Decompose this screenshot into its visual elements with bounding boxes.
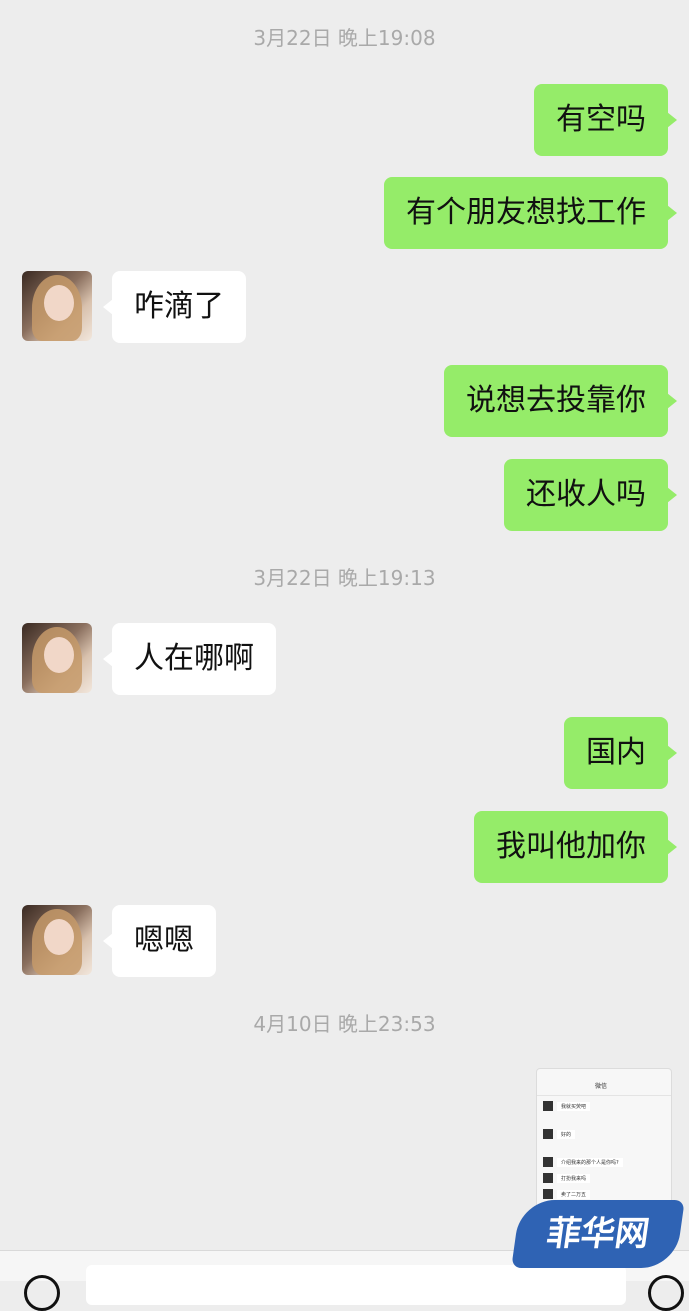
timestamp: 3月22日 晚上19:08 <box>253 26 436 50</box>
message-bubble-sent[interactable]: 有个朋友想找工作 <box>384 177 677 249</box>
thumb-message: 好的 <box>557 1129 576 1139</box>
timestamp: 3月22日 晚上19:13 <box>253 566 436 590</box>
voice-icon[interactable] <box>24 1275 60 1311</box>
thumb-avatar <box>543 1157 553 1167</box>
thumb-header: 微信 <box>537 1069 671 1096</box>
thumb-message: 卖了二万五 <box>557 1189 591 1199</box>
message-bubble-sent[interactable]: 我叫他加你 <box>474 811 677 883</box>
message-input[interactable] <box>86 1265 626 1305</box>
message-bubble-received[interactable]: 咋滴了 <box>103 271 246 343</box>
thumb-avatar <box>543 1101 553 1111</box>
contact-avatar[interactable] <box>22 271 92 341</box>
thumb-message: 我就买荧吧 <box>557 1101 591 1111</box>
message-bubble-received[interactable]: 嗯嗯 <box>103 905 216 977</box>
contact-avatar[interactable] <box>22 623 92 693</box>
message-bubble-received[interactable]: 人在哪啊 <box>103 623 276 695</box>
thumb-title: 微信 <box>595 1083 608 1090</box>
thumb-message: 打扮我来吗 <box>557 1173 591 1183</box>
message-bubble-sent[interactable]: 有空吗 <box>534 84 677 156</box>
message-bubble-sent[interactable]: 国内 <box>564 717 677 789</box>
watermark-logo: 菲华网 <box>511 1200 685 1268</box>
message-bubble-sent[interactable]: 还收人吗 <box>504 459 677 531</box>
plus-icon[interactable] <box>648 1275 684 1311</box>
contact-avatar[interactable] <box>22 905 92 975</box>
message-bubble-sent[interactable]: 说想去投靠你 <box>444 365 677 437</box>
timestamp: 4月10日 晚上23:53 <box>253 1012 436 1036</box>
thumb-avatar <box>543 1189 553 1199</box>
thumb-avatar <box>543 1173 553 1183</box>
thumb-message: 介绍我来的那个人是你吗? <box>557 1157 623 1167</box>
thumb-avatar <box>543 1129 553 1139</box>
